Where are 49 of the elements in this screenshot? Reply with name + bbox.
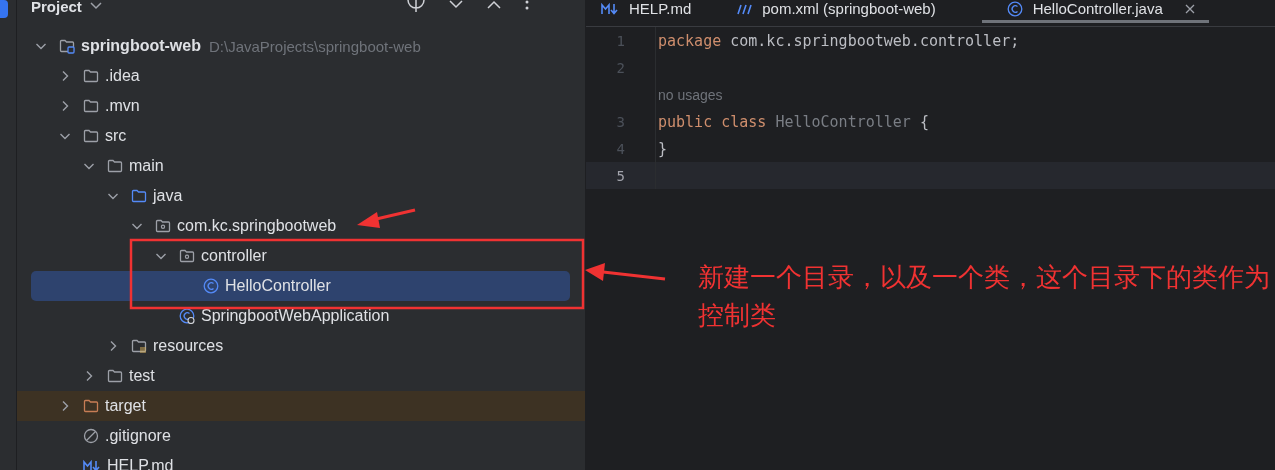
tree-item[interactable]: springboot-web D:\JavaProjects\springboot-web: [31, 31, 570, 61]
tree-item[interactable]: .gitignore: [31, 421, 570, 451]
collapse-icon[interactable]: [487, 0, 501, 9]
tree-item[interactable]: resources: [31, 331, 570, 361]
tree-item[interactable]: SpringbootWebApplication: [31, 301, 570, 331]
target-icon[interactable]: [407, 0, 425, 14]
tree-item[interactable]: com.kc.springbootweb: [31, 211, 570, 241]
more-icon[interactable]: [525, 0, 529, 10]
ignore-file-icon: [83, 428, 99, 444]
usage-hint[interactable]: no usages: [658, 86, 723, 103]
tree-item[interactable]: .mvn: [31, 91, 570, 121]
chevron-down-icon[interactable]: [89, 2, 102, 10]
excluded-folder-icon: [83, 398, 99, 414]
line-number: 5: [616, 167, 625, 184]
markdown-icon: [83, 459, 101, 470]
module-folder-icon: [59, 38, 75, 54]
tree-item[interactable]: src: [31, 121, 570, 151]
tree-item[interactable]: java: [31, 181, 570, 211]
code-text: }: [658, 139, 668, 158]
folder-icon: [83, 128, 99, 144]
folder-icon: [107, 368, 123, 384]
resources-folder-icon: [131, 338, 147, 354]
editor-tab[interactable]: HelloController.java: [981, 0, 1209, 23]
tree-item[interactable]: HelloController: [31, 271, 570, 301]
project-path: D:\JavaProjects\springboot-web: [209, 37, 421, 55]
package-icon: [179, 248, 195, 264]
folder-icon: [83, 68, 99, 84]
project-tool-button[interactable]: [0, 0, 8, 18]
folder-icon: [83, 98, 99, 114]
folder-icon: [107, 158, 123, 174]
editor-tab[interactable]: HELP.md: [586, 0, 722, 23]
tree-item[interactable]: main: [31, 151, 570, 181]
class-icon: [203, 278, 219, 294]
panel-title[interactable]: Project: [31, 0, 82, 14]
tree-item[interactable]: test: [31, 361, 570, 391]
annotation-text: 新建一个目录，以及一个类，这个目录下的类作为控制类: [698, 261, 1270, 332]
source-folder-icon: [131, 188, 147, 204]
class-icon: [179, 308, 195, 324]
class-icon: [1006, 0, 1023, 17]
expand-icon[interactable]: [449, 0, 463, 9]
editor-tab[interactable]: pom.xml (springboot-web): [721, 0, 966, 23]
tree-item[interactable]: .idea: [31, 61, 570, 91]
close-icon[interactable]: [1184, 3, 1195, 14]
tree-item[interactable]: controller: [31, 241, 570, 271]
arrow: [357, 208, 416, 228]
markdown-icon: [601, 1, 619, 16]
code-text: public class HelloController {: [658, 112, 929, 131]
package-icon: [155, 218, 171, 234]
code-text: package com.kc.springbootweb.controller;: [658, 31, 1020, 50]
